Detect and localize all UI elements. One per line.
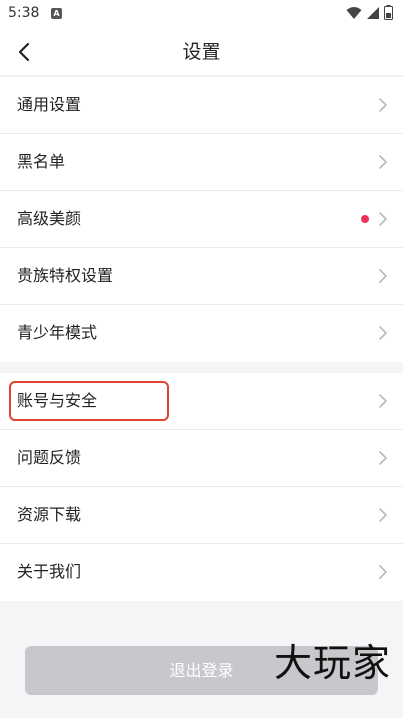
chevron-right-icon [379,326,387,340]
status-icons [346,5,393,20]
chevron-right-icon [379,394,387,408]
setting-row-label: 账号与安全 [17,391,98,410]
status-time: 5:38 [8,5,40,21]
battery-icon [384,5,393,20]
signal-icon [367,6,379,19]
setting-row-resource-download[interactable]: 资源下载 [0,487,403,544]
status-bar: 5:38 A [0,0,403,28]
setting-row-label: 高级美颜 [17,209,82,228]
new-badge-dot [361,215,369,223]
nav-header: 设置 [0,28,403,76]
setting-row-label: 资源下载 [17,505,82,524]
settings-group-general: 通用设置 黑名单 高级美颜 贵族特权设置 青少年模式 [0,77,403,362]
setting-row-general[interactable]: 通用设置 [0,77,403,134]
notification-app-icon: A [51,8,62,19]
chevron-right-icon [379,565,387,579]
chevron-right-icon [379,508,387,522]
page-title: 设置 [182,41,221,63]
watermark-logo: 大玩家 [274,641,392,685]
setting-row-blacklist[interactable]: 黑名单 [0,134,403,191]
setting-row-label: 问题反馈 [17,448,82,467]
setting-row-label: 黑名单 [17,152,66,171]
chevron-right-icon [379,155,387,169]
chevron-right-icon [379,451,387,465]
setting-row-label: 贵族特权设置 [17,266,114,285]
setting-row-label: 通用设置 [17,95,82,114]
setting-row-noble-privileges[interactable]: 贵族特权设置 [0,248,403,305]
settings-group-account: 账号与安全 问题反馈 资源下载 关于我们 [0,373,403,601]
chevron-right-icon [379,269,387,283]
setting-row-label: 关于我们 [17,562,82,581]
setting-row-about-us[interactable]: 关于我们 [0,544,403,601]
setting-row-teen-mode[interactable]: 青少年模式 [0,305,403,362]
chevron-right-icon [379,98,387,112]
setting-row-feedback[interactable]: 问题反馈 [0,430,403,487]
wifi-icon [346,6,362,19]
setting-row-label: 青少年模式 [17,323,98,342]
setting-row-advanced-beauty[interactable]: 高级美颜 [0,191,403,248]
chevron-right-icon [379,212,387,226]
setting-row-account-security[interactable]: 账号与安全 [0,373,403,430]
